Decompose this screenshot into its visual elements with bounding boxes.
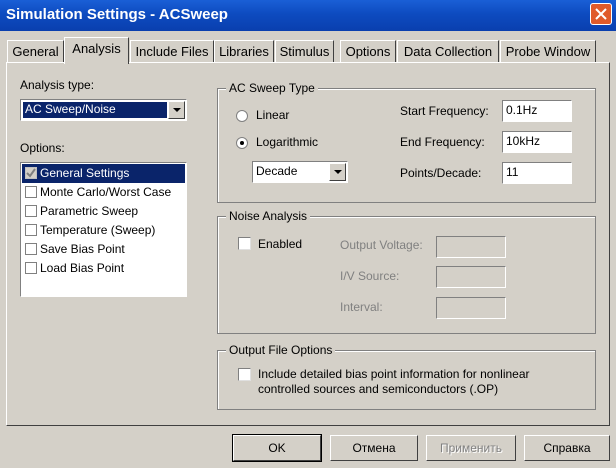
option-monte-carlo[interactable]: Monte Carlo/Worst Case xyxy=(22,183,185,202)
tab-label: General xyxy=(12,44,59,59)
checkbox[interactable] xyxy=(25,262,37,274)
tab-stimulus[interactable]: Stimulus xyxy=(275,40,334,62)
logarithmic-radio[interactable] xyxy=(236,137,248,149)
chevron-down-icon xyxy=(173,108,181,112)
checkbox[interactable] xyxy=(25,224,37,236)
checkbox[interactable] xyxy=(25,167,37,179)
option-label: Load Bias Point xyxy=(40,261,125,275)
chevron-down-icon xyxy=(334,170,342,174)
end-frequency-label: End Frequency: xyxy=(400,135,485,149)
checkbox[interactable] xyxy=(25,205,37,217)
log-mode-dropdown[interactable]: Decade xyxy=(252,161,348,183)
output-voltage-label: Output Voltage: xyxy=(340,238,423,252)
tab-label: Libraries xyxy=(219,44,269,59)
title-bar: Simulation Settings - ACSweep xyxy=(0,0,616,31)
noise-enabled-checkbox[interactable] xyxy=(238,237,251,250)
options-label: Options: xyxy=(20,141,65,155)
tab-label: Options xyxy=(345,44,391,59)
iv-source-input[interactable] xyxy=(436,266,506,288)
include-bias-point-checkbox[interactable] xyxy=(238,368,251,381)
tab-label: Include Files xyxy=(135,44,209,59)
apply-button[interactable]: Применить xyxy=(426,435,516,461)
noise-enabled-label: Enabled xyxy=(258,237,303,251)
include-bias-point-label-line2: controlled sources and semiconductors (.… xyxy=(258,382,499,396)
interval-label: Interval: xyxy=(340,300,383,314)
check-icon xyxy=(26,168,36,178)
option-save-bias-point[interactable]: Save Bias Point xyxy=(22,240,185,259)
log-mode-dropdown-button[interactable] xyxy=(329,163,346,181)
tab-label: Analysis xyxy=(72,41,121,56)
analysis-type-label: Analysis type: xyxy=(20,78,95,92)
window-title: Simulation Settings - ACSweep xyxy=(6,6,228,23)
analysis-type-dropdown[interactable]: AC Sweep/Noise xyxy=(20,99,187,121)
option-label: Temperature (Sweep) xyxy=(40,223,156,237)
include-bias-point-label-line1: Include detailed bias point information … xyxy=(258,367,530,381)
logarithmic-label: Logarithmic xyxy=(256,135,319,149)
start-frequency-value: 0.1Hz xyxy=(506,103,538,117)
simulation-settings-dialog: Simulation Settings - ACSweep General An… xyxy=(0,0,616,468)
help-button[interactable]: Справка xyxy=(524,435,610,461)
close-button[interactable] xyxy=(590,3,612,25)
linear-radio[interactable] xyxy=(236,110,248,122)
tab-label: Stimulus xyxy=(279,44,330,59)
option-label: Monte Carlo/Worst Case xyxy=(40,185,172,199)
noise-analysis-group: Noise Analysis xyxy=(217,209,596,334)
end-frequency-input[interactable]: 10kHz xyxy=(502,131,572,153)
log-mode-value: Decade xyxy=(256,164,298,178)
option-label: Save Bias Point xyxy=(40,242,125,256)
end-frequency-value: 10kHz xyxy=(506,134,541,148)
interval-input[interactable] xyxy=(436,297,506,319)
tab-probe-window[interactable]: Probe Window xyxy=(500,40,596,62)
radio-dot xyxy=(240,141,244,145)
option-load-bias-point[interactable]: Load Bias Point xyxy=(22,259,185,278)
option-label: Parametric Sweep xyxy=(40,204,139,218)
points-per-decade-label: Points/Decade: xyxy=(400,166,482,180)
checkbox[interactable] xyxy=(25,243,37,255)
option-label: General Settings xyxy=(40,166,130,180)
output-file-options-title: Output File Options xyxy=(226,343,336,357)
output-voltage-input[interactable] xyxy=(436,236,506,258)
start-frequency-label: Start Frequency: xyxy=(400,104,489,118)
option-general-settings[interactable]: General Settings xyxy=(22,164,185,183)
linear-label: Linear xyxy=(256,108,290,122)
tab-options[interactable]: Options xyxy=(340,40,396,62)
tab-general[interactable]: General xyxy=(7,40,64,62)
option-parametric-sweep[interactable]: Parametric Sweep xyxy=(22,202,185,221)
tab-label: Data Collection xyxy=(403,44,493,59)
tab-libraries[interactable]: Libraries xyxy=(214,40,274,62)
analysis-type-dropdown-button[interactable] xyxy=(168,101,185,119)
ok-button[interactable]: OK xyxy=(232,434,322,462)
option-temperature-sweep[interactable]: Temperature (Sweep) xyxy=(22,221,185,240)
start-frequency-input[interactable]: 0.1Hz xyxy=(502,100,572,122)
tab-data-collection[interactable]: Data Collection xyxy=(397,40,499,62)
checkbox[interactable] xyxy=(25,186,37,198)
points-per-decade-input[interactable]: 11 xyxy=(502,162,572,184)
analysis-type-value: AC Sweep/Noise xyxy=(25,102,116,116)
tab-label: Probe Window xyxy=(505,44,591,59)
options-list[interactable]: General Settings Monte Carlo/Worst Case … xyxy=(20,162,187,297)
points-per-decade-value: 11 xyxy=(506,165,519,179)
tab-analysis[interactable]: Analysis xyxy=(64,37,129,64)
cancel-button[interactable]: Отмена xyxy=(330,435,418,461)
noise-analysis-title: Noise Analysis xyxy=(226,209,311,223)
tab-include-files[interactable]: Include Files xyxy=(130,40,214,62)
close-icon xyxy=(595,8,607,20)
ac-sweep-type-title: AC Sweep Type xyxy=(226,81,318,95)
iv-source-label: I/V Source: xyxy=(340,269,400,283)
